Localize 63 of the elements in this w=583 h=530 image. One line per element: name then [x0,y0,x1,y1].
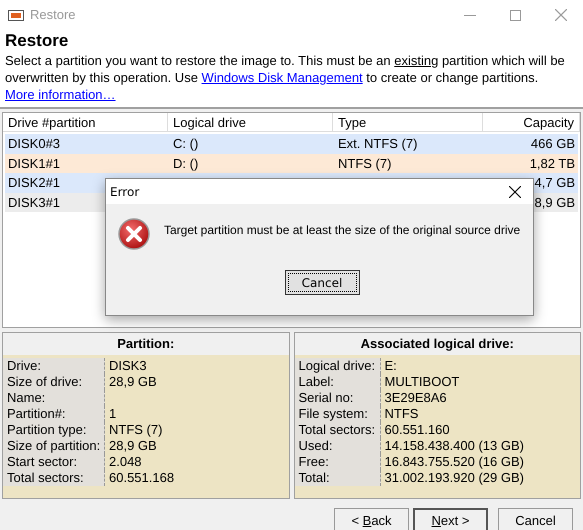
field-label: Name: [3,390,105,406]
error-message: Target partition must be at least the size of the original source drive [164,222,520,239]
field-value: 60.551.160 [384,422,451,438]
table-row[interactable]: DISK1#1 D: () NTFS (7) 1,82 TB [5,154,578,173]
error-icon [118,218,150,250]
field-value: 3E29E8A6 [384,390,448,406]
minimize-icon[interactable] [464,14,476,16]
field-label: Partition type: [3,422,105,438]
description-text: Select a partition you want to restore the image to. This must be an existing partition which will be overwritten by this operation. Use Windows Disk Management to create or change partitions. More information… [5,52,566,103]
field-value: 1 [109,406,118,422]
table-cell: DISK2#1 [8,175,60,190]
field-label: Total sectors: [3,470,105,486]
maximize-icon[interactable] [510,10,521,20]
field-label: Total sectors: [294,422,380,438]
wizard-button[interactable]: < Back [334,508,409,530]
field-value: E: [384,358,398,374]
link[interactable]: More information… [5,87,116,102]
panel-title: Associated logical drive: [360,335,514,354]
field-label: Size of drive: [3,374,105,390]
field-label: Partition#: [3,406,105,422]
field-label: Drive: [3,358,105,374]
field-label: Serial no: [294,390,380,406]
field-value: NTFS (7) [109,422,164,438]
field-label: Free: [294,454,380,470]
table-cell: DISK3#1 [8,194,60,210]
wizard-button[interactable]: Next > [413,508,488,530]
table-cell: D: () [173,156,198,170]
dialog-title: Error [110,184,140,200]
app-icon [8,10,24,20]
table-cell: DISK1#1 [8,156,60,170]
table-cell: 4,7 GB [534,175,575,190]
field-value: NTFS [384,406,420,422]
page-title: Restore [5,30,70,52]
field-label: Size of partition: [3,438,105,454]
field-value: 31.002.193.920 (29 GB) [384,470,525,486]
window-title: Restore [30,6,76,24]
table-cell: 466 GB [530,136,575,151]
table-cell: 1,82 TB [530,156,575,170]
field-value: 60.551.168 [109,470,176,486]
table-row[interactable]: DISK0#3 C: () Ext. NTFS (7) 466 GB [5,134,578,154]
table-cell: DISK0#3 [8,136,60,151]
close-icon[interactable] [509,186,521,198]
table-cell: NTFS (7) [338,156,392,170]
field-label: File system: [294,406,380,422]
wizard-button[interactable]: Cancel [498,508,573,530]
field-label: Logical drive: [294,358,380,374]
table-cell: C: () [173,136,198,151]
field-value: 2.048 [109,454,143,470]
field-value: 28,9 GB [109,374,158,390]
table-cell: 8,9 GB [534,194,575,210]
field-label: Used: [294,438,380,454]
field-label: Start sector: [3,454,105,470]
field-label: Total: [294,470,380,486]
field-value: 14.158.438.400 (13 GB) [384,438,525,454]
field-value: MULTIBOOT [384,374,460,390]
panel-title: Partition: [117,335,174,354]
table-cell: Ext. NTFS (7) [338,136,418,151]
field-value: 16.843.755.520 (16 GB) [384,454,525,470]
link[interactable]: Windows Disk Management [202,70,363,85]
field-value: 28,9 GB [109,438,158,454]
field-value: DISK3 [109,358,148,374]
field-label: Label: [294,374,380,390]
cancel-button[interactable]: Cancel [284,270,360,295]
